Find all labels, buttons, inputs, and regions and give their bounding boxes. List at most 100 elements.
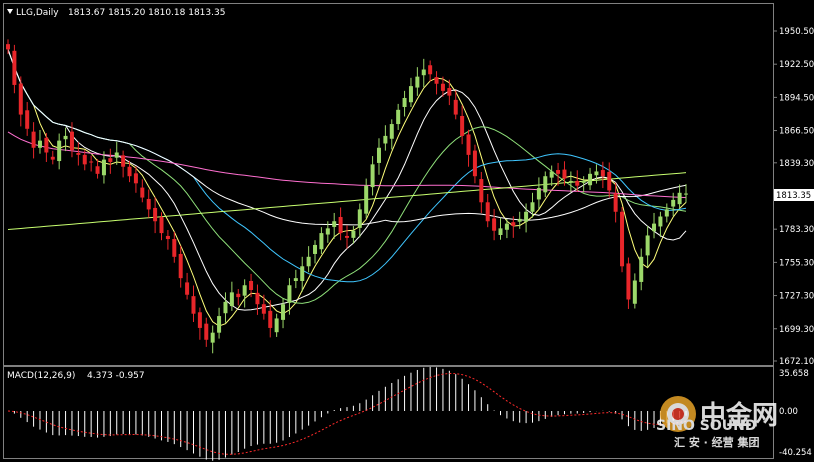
price-tick-label: 1839.30 [779, 159, 814, 169]
price-tick-label: 1699.30 [779, 325, 814, 335]
candlesticks [6, 39, 688, 354]
price-tick-label: 1783.30 [779, 225, 814, 235]
candle-body [133, 173, 138, 184]
candle-body [562, 169, 567, 179]
candle-body [44, 137, 49, 153]
candle-body [50, 156, 55, 160]
candle-body [345, 235, 349, 238]
candle-body [549, 171, 554, 178]
candle-body [556, 170, 561, 174]
watermark-sub-text: SINO SOUND [656, 418, 756, 434]
candle-body [485, 202, 490, 222]
price-tick-label: 1727.30 [779, 292, 814, 302]
candle-body [236, 293, 241, 298]
candle-body [607, 171, 612, 191]
candle-body [415, 76, 420, 88]
candle-body [268, 310, 273, 328]
candle-body [370, 164, 375, 188]
candle-body [479, 179, 484, 203]
candle-body [568, 180, 573, 182]
price-tick-label: 1866.50 [779, 127, 814, 137]
candle-body [511, 222, 516, 226]
macd-values: 4.373 -0.957 [87, 371, 145, 381]
candle-body [530, 202, 535, 212]
candle-body [185, 282, 190, 295]
candle-body [223, 301, 228, 314]
candle-body [325, 228, 330, 235]
candle-body [281, 304, 286, 320]
candle-body [12, 50, 17, 85]
chart-window[interactable]: 1950.501922.501894.501866.501839.301811.… [0, 0, 814, 462]
candle-body [396, 109, 401, 125]
candle-body [472, 150, 477, 177]
price-tick-label: 1894.50 [779, 93, 814, 103]
moving-averages [7, 49, 687, 327]
ohlc-values: 1813.67 1815.20 1810.18 1813.35 [68, 8, 225, 18]
candle-body [504, 223, 509, 230]
candle-body [261, 304, 266, 314]
candle-body [242, 285, 247, 296]
candle-body [313, 244, 318, 254]
price-chart[interactable]: 1950.501922.501894.501866.501839.301811.… [0, 0, 814, 462]
candle-body [6, 44, 10, 50]
candle-body [664, 209, 669, 217]
candle-body [300, 266, 305, 281]
main-chart-border [3, 3, 774, 366]
candle-body [204, 323, 209, 340]
candle-body [274, 318, 279, 333]
candle-body [389, 124, 394, 139]
candle-body [383, 135, 388, 144]
candle-body [338, 216, 343, 234]
candle-body [63, 135, 68, 140]
candle-body [172, 239, 177, 257]
candle-body [229, 292, 234, 307]
candle-body [376, 147, 381, 163]
candle-body [594, 171, 599, 176]
candle-body [69, 131, 74, 151]
candle-body [357, 209, 362, 228]
candle-body [588, 173, 593, 186]
triangle-down-icon[interactable] [7, 9, 13, 14]
candle-body [402, 97, 407, 107]
macd-signal-line [7, 372, 687, 455]
candle-body [191, 296, 196, 314]
watermark-chinese-sub: 汇 安 · 经营 集团 [674, 435, 760, 449]
symbol-label: LLG,Daily [16, 8, 59, 18]
candle-body [217, 316, 222, 333]
candle-body [25, 110, 30, 129]
candle-body [249, 280, 254, 290]
candle-body [210, 332, 215, 343]
candle-body [351, 230, 356, 238]
sino-sound-watermark: 中金网 SINO SOUND 汇 安 · 经营 集团 [656, 396, 778, 449]
candle-body [332, 221, 337, 227]
candle-body [364, 185, 369, 214]
candle-body [434, 77, 439, 84]
candle-body [466, 134, 471, 155]
price-tick-label: 1922.50 [779, 60, 814, 70]
ma-20-line [7, 49, 687, 304]
candle-body [18, 83, 23, 115]
candle-body [319, 233, 324, 250]
candle-body [658, 216, 663, 227]
candle-body [95, 166, 100, 174]
candle-body [255, 292, 260, 305]
candle-body [639, 256, 644, 282]
candle-body [677, 192, 682, 205]
candle-body [575, 180, 580, 186]
candle-body [293, 278, 298, 281]
candle-body [536, 188, 541, 200]
candle-body [146, 198, 151, 210]
candle-body [447, 88, 452, 96]
candle-body [626, 263, 631, 300]
candle-body [101, 159, 106, 176]
candle-body [440, 83, 445, 91]
candle-body [37, 140, 42, 148]
candle-body [632, 280, 637, 304]
candle-body [140, 187, 145, 198]
candle-body [76, 152, 81, 155]
candle-body [428, 65, 433, 75]
candle-body [31, 131, 36, 148]
candle-body [524, 211, 529, 222]
macd-tick-label: 0.00 [779, 407, 798, 417]
candle-body [57, 140, 62, 162]
